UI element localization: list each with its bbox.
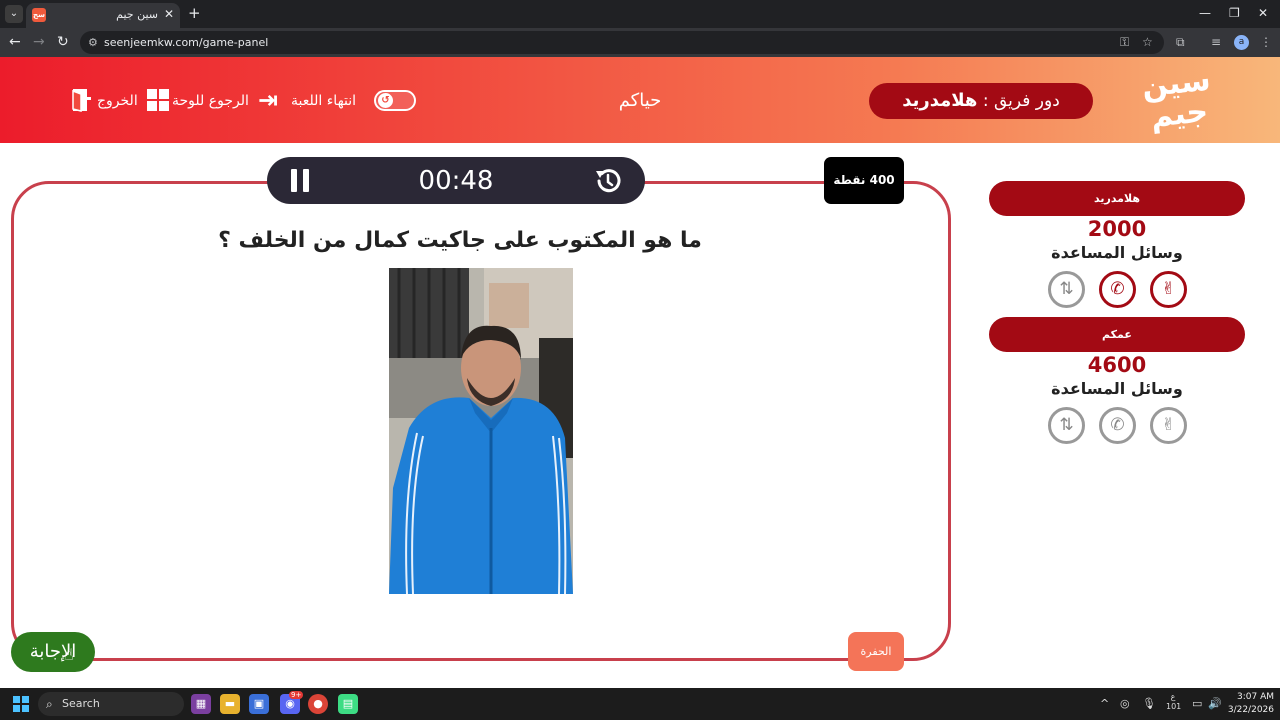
pit-button[interactable]: الحفرة — [848, 632, 904, 671]
phone-icon[interactable]: ✆ — [1099, 271, 1136, 308]
peace-hand-icon[interactable]: ✌ — [1150, 407, 1187, 444]
enter-icon[interactable]: ⇥ — [258, 88, 278, 112]
swap-icon[interactable]: ⇅ — [1048, 407, 1085, 444]
team-turn-indicator: دور فريق : هلامدريد — [869, 83, 1093, 119]
bookmark-star-icon[interactable]: ☆ — [1142, 35, 1153, 49]
tray-app-icon[interactable]: ◎ — [1120, 697, 1130, 711]
close-window-icon[interactable]: ✕ — [1258, 6, 1268, 20]
peace-hand-icon[interactable]: ✌ — [1150, 271, 1187, 308]
language-indicator[interactable]: ع 101 — [1166, 692, 1182, 712]
network-icon[interactable]: ▭ — [1192, 697, 1202, 711]
back-to-board-label[interactable]: الرجوع للوحة — [172, 88, 249, 114]
site-logo[interactable]: سين جيم — [1137, 63, 1219, 138]
back-icon[interactable]: ← — [9, 34, 21, 50]
reading-list-icon[interactable]: ≡ — [1211, 35, 1221, 49]
browser-tabbar: ⌄ سج سين جيم ✕ + — ❐ ✕ — [0, 0, 1280, 28]
url-text[interactable]: seenjeemkw.com/game-panel — [104, 36, 268, 49]
microphone-icon[interactable]: 🎙 — [1142, 697, 1156, 711]
end-game-label[interactable]: انتهاء اللعبة — [291, 88, 356, 114]
game-header: سين جيم دور فريق : هلامدريد حياكم انتهاء… — [0, 57, 1280, 143]
language-line1: ع — [1170, 692, 1176, 701]
password-key-icon[interactable]: ⚿ — [1120, 35, 1129, 50]
site-info-icon[interactable]: ⚙ — [88, 36, 98, 49]
android-studio-icon[interactable]: ▤ — [338, 694, 358, 714]
team-score: 4600 — [1087, 353, 1147, 377]
profile-avatar[interactable]: a — [1234, 35, 1249, 50]
question-image — [389, 268, 573, 594]
reload-icon[interactable]: ↻ — [57, 34, 69, 50]
volume-icon[interactable]: 🔊 — [1208, 697, 1222, 711]
windows-start-icon[interactable] — [13, 696, 29, 712]
team-name-pill: عمكم — [989, 317, 1245, 352]
clock-date: 3/22/2026 — [1227, 705, 1274, 715]
language-line2: 101 — [1166, 702, 1182, 711]
grid-icon[interactable] — [147, 89, 169, 111]
close-tab-icon[interactable]: ✕ — [164, 7, 174, 21]
team-name-pill: هلامدريد — [989, 181, 1245, 216]
question-points-badge: 400 نقطة — [824, 157, 904, 204]
end-game-toggle[interactable]: ↺ — [374, 90, 416, 111]
swap-icon[interactable]: ⇅ — [1048, 271, 1085, 308]
turn-prefix: دور فريق : — [982, 91, 1060, 111]
aids-label: وسائل المساعدة — [1051, 379, 1183, 398]
browser-toolbar: ← → ↻ ⚙ seenjeemkw.com/game-panel ⚿ ☆ ⧉ … — [0, 28, 1280, 57]
restore-icon[interactable]: ❐ — [1229, 6, 1240, 20]
windows-taskbar: ⌕ Search ▦ ▬ ▣ ◉ 9+ ● ▤ ^ ◎ 🎙 ع 101 ▭ 🔊 … — [0, 688, 1280, 720]
team-score: 2000 — [1087, 217, 1147, 241]
search-placeholder: Search — [62, 697, 100, 710]
tray-overflow-icon[interactable]: ^ — [1100, 697, 1109, 711]
clock-time: 3:07 AM — [1237, 692, 1274, 702]
extensions-icon[interactable]: ⧉ — [1176, 35, 1185, 50]
reset-timer-icon[interactable] — [593, 166, 623, 196]
taskbar-search[interactable]: ⌕ Search — [38, 692, 184, 716]
timer-display: 00:48 — [418, 166, 494, 196]
new-tab-icon[interactable]: + — [188, 5, 201, 21]
taskbar-clock[interactable]: 3:07 AM 3/22/2026 — [1224, 691, 1274, 717]
hand-cursor-icon: ☝ — [64, 645, 74, 664]
greeting-text: حياكم — [618, 90, 662, 111]
address-bar[interactable]: ⚙ seenjeemkw.com/game-panel ⚿ ☆ — [80, 31, 1164, 54]
file-explorer-icon[interactable]: ▬ — [220, 694, 240, 714]
forward-icon[interactable]: → — [33, 34, 45, 50]
tab-favicon-icon: سج — [32, 8, 46, 22]
exit-label[interactable]: الخروج — [97, 88, 138, 114]
tab-title: سين جيم — [116, 8, 158, 21]
timer-bar: 00:48 — [267, 157, 645, 204]
turn-team-name: هلامدريد — [902, 90, 978, 111]
browser-tab-active[interactable]: سج سين جيم ✕ — [26, 3, 180, 28]
winrar-app-icon[interactable]: ▦ — [191, 694, 211, 714]
discord-badge: 9+ — [289, 691, 304, 699]
tab-search-menu[interactable]: ⌄ — [5, 5, 23, 23]
exit-door-icon[interactable] — [70, 88, 92, 112]
phone-icon[interactable]: ✆ — [1099, 407, 1136, 444]
browser-menu-icon[interactable]: ⋮ — [1260, 35, 1272, 49]
aids-label: وسائل المساعدة — [1051, 243, 1183, 262]
chrome-icon[interactable]: ● — [308, 694, 328, 714]
toggle-knob-icon: ↺ — [378, 93, 393, 108]
search-icon: ⌕ — [46, 697, 53, 711]
store-icon[interactable]: ▣ — [249, 694, 269, 714]
minimize-icon[interactable]: — — [1199, 6, 1211, 20]
question-text: ما هو المكتوب على جاكيت كمال من الخلف ؟ — [218, 228, 702, 253]
show-answer-button[interactable]: الإجابة — [11, 632, 95, 672]
